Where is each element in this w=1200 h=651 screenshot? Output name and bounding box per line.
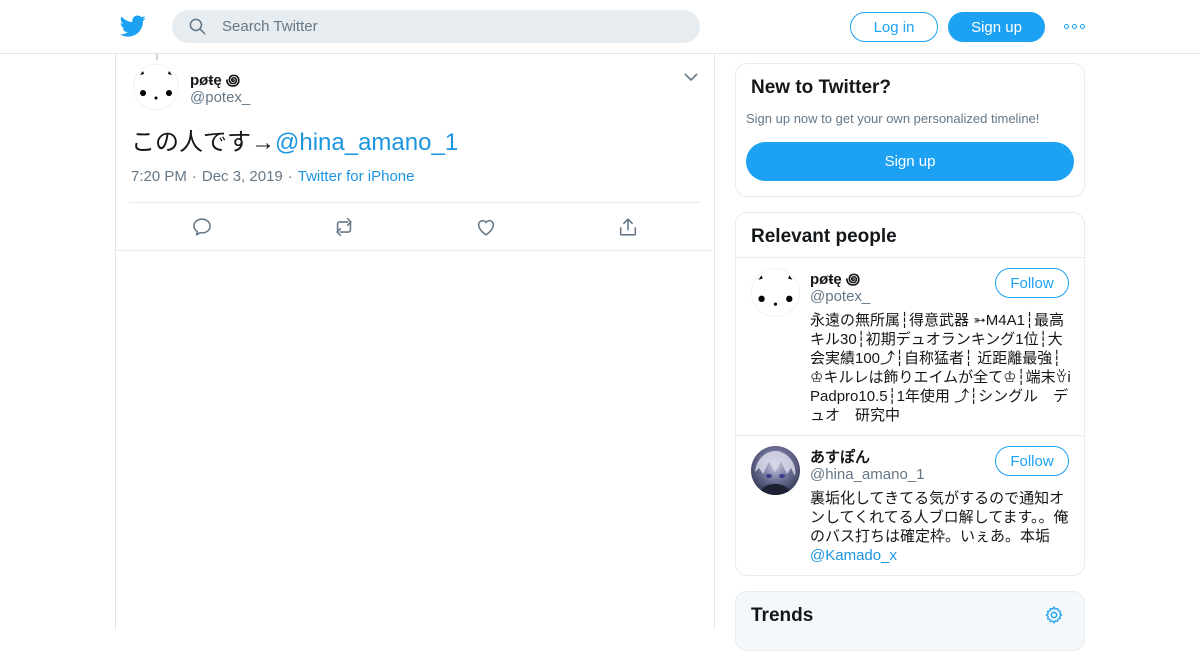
person-item: pøŧę ꩜ @potex_ Follow 永遠の無所属┆得意武器 ➳M4A1┆… <box>736 258 1084 436</box>
tweet-mention-link[interactable]: @hina_amano_1 <box>275 129 458 156</box>
top-navigation-bar: Log in Sign up <box>0 0 1200 54</box>
person-handle[interactable]: @potex_ <box>810 288 870 305</box>
person-name[interactable]: あすぽん <box>810 446 870 467</box>
login-button[interactable]: Log in <box>850 12 938 42</box>
trends-card: Trends <box>735 591 1085 651</box>
bio-mention-link[interactable]: @Kamado_x <box>810 547 897 564</box>
meta-separator: · <box>287 168 293 185</box>
card-title: New to Twitter? <box>751 77 892 98</box>
retweet-icon[interactable] <box>333 216 355 238</box>
search-input[interactable] <box>222 18 682 35</box>
relevant-people-card: Relevant people pøŧę ꩜ @potex_ Follow 永遠… <box>735 212 1085 576</box>
share-icon[interactable] <box>617 216 639 238</box>
avatar[interactable] <box>133 64 179 110</box>
person-bio: 永遠の無所属┆得意武器 ➳M4A1┆最高キル30┆初期デュオランキング1位┆大会… <box>810 312 1071 424</box>
tweet: pøŧę ꩜ @potex_ この人です→@hina_amano_1 7:20 … <box>116 54 714 251</box>
card-title: Trends <box>751 605 814 626</box>
main-timeline-column: pøŧę ꩜ @potex_ この人です→@hina_amano_1 7:20 … <box>115 54 715 630</box>
signup-button[interactable]: Sign up <box>948 12 1045 42</box>
follow-button[interactable]: Follow <box>995 446 1069 476</box>
card-title: Relevant people <box>751 226 897 247</box>
person-bio: 裏垢化してきてる気がするので通知オンしてくれてる人ブロ解してます。。俺のバス打ち… <box>810 489 1072 565</box>
sidebar-signup-button[interactable]: Sign up <box>746 142 1074 181</box>
tweet-author-name[interactable]: pøŧę ꩜ <box>190 69 240 91</box>
search-box[interactable] <box>172 10 700 43</box>
panda-face-icon <box>134 65 178 109</box>
anime-character-avatar-icon <box>755 450 796 495</box>
person-bio-text: 裏垢化してきてる気がするので通知オンしてくれてる人ブロ解してます。。俺のバス打ち… <box>810 490 1069 545</box>
person-handle[interactable]: @hina_amano_1 <box>810 466 924 483</box>
tweet-author-handle[interactable]: @potex_ <box>190 89 250 106</box>
twitter-bird-icon[interactable] <box>120 13 146 39</box>
like-icon[interactable] <box>475 216 497 238</box>
avatar[interactable] <box>751 446 800 495</box>
gear-icon[interactable] <box>1044 605 1064 625</box>
new-to-twitter-card: New to Twitter? Sign up now to get your … <box>735 63 1085 197</box>
tweet-date[interactable]: Dec 3, 2019 <box>202 168 283 185</box>
panda-face-icon <box>752 269 799 316</box>
tweet-text-body: この人です→ <box>131 129 275 156</box>
tweet-text: この人です→@hina_amano_1 <box>131 122 458 157</box>
follow-button[interactable]: Follow <box>995 268 1069 298</box>
search-icon <box>189 18 206 35</box>
card-subtitle: Sign up now to get your own personalized… <box>746 111 1040 126</box>
meta-separator: · <box>191 168 197 185</box>
person-item: あすぽん @hina_amano_1 Follow 裏垢化してきてる気がするので… <box>736 436 1084 575</box>
chevron-down-icon[interactable] <box>684 72 698 82</box>
avatar[interactable] <box>751 268 800 317</box>
person-name[interactable]: pøŧę ꩜ <box>810 268 860 290</box>
tweet-meta: 7:20 PM · Dec 3, 2019 · Twitter for iPhone <box>131 168 414 185</box>
more-dots-icon[interactable] <box>1064 20 1086 32</box>
tweet-source-link[interactable]: Twitter for iPhone <box>298 168 415 185</box>
divider <box>129 202 700 203</box>
tweet-time[interactable]: 7:20 PM <box>131 168 187 185</box>
reply-icon[interactable] <box>191 216 213 238</box>
card-header: Relevant people <box>736 213 1084 258</box>
